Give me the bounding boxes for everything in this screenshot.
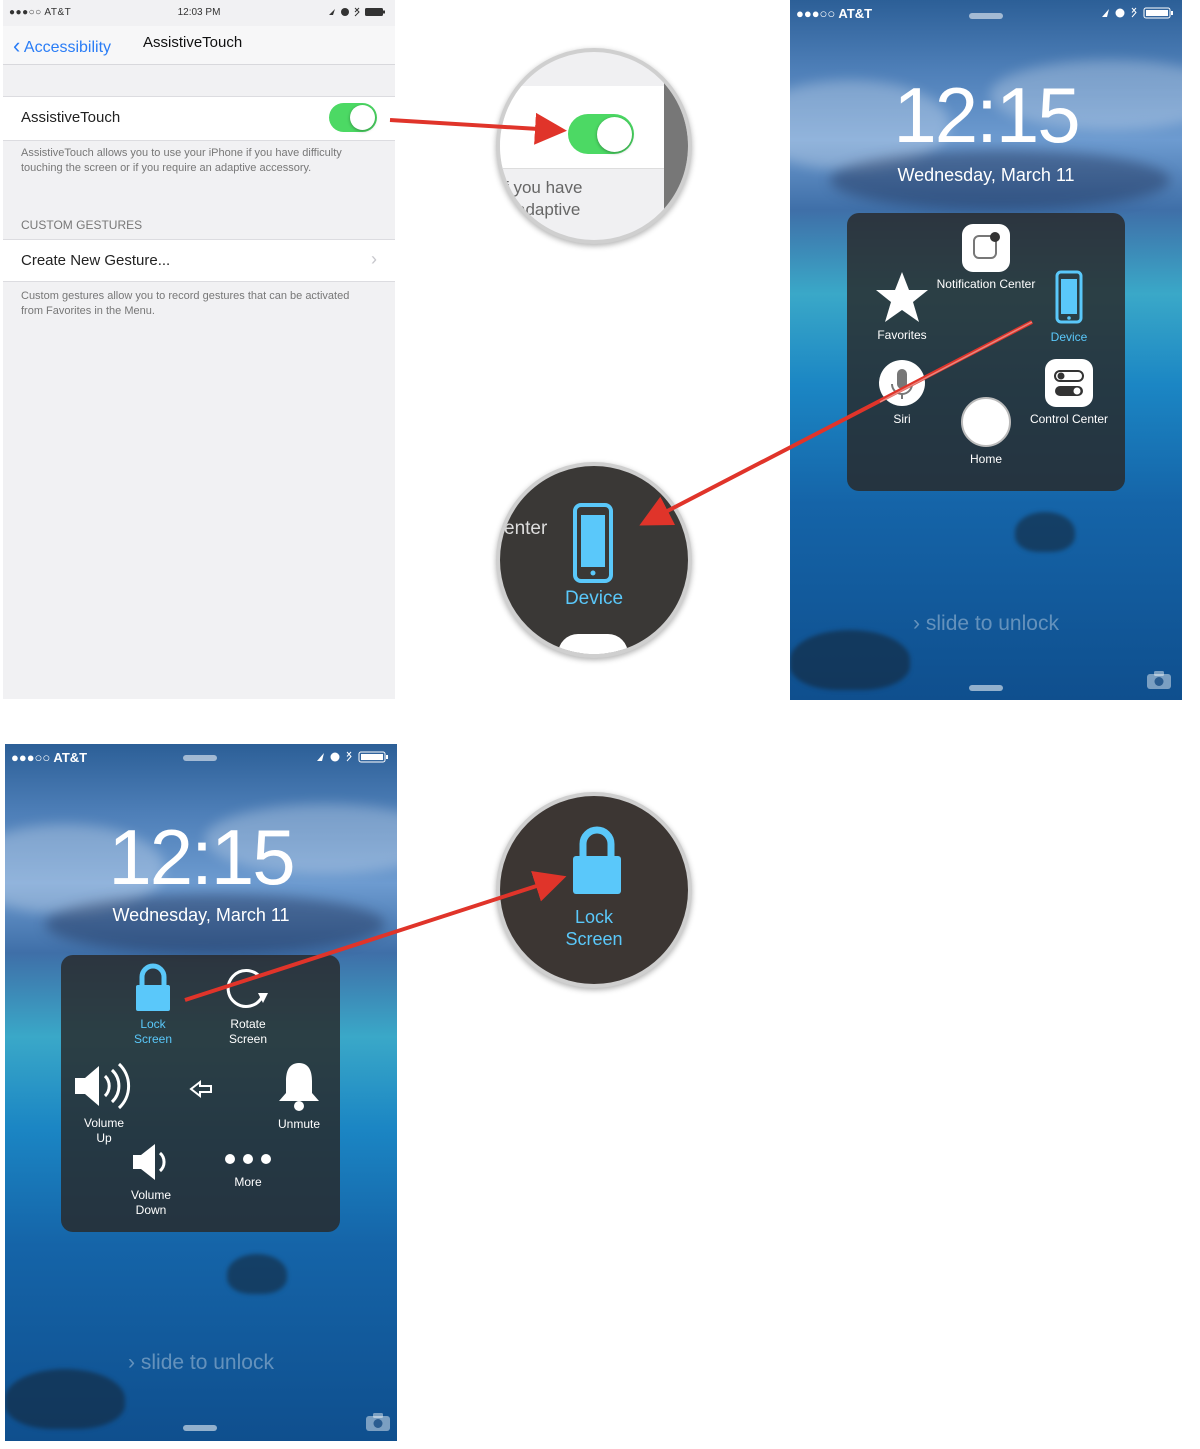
- arrow-to-lock-screen: [184, 870, 567, 1002]
- annotation-arrows: [184, 112, 1033, 1002]
- arrow-to-toggle: [389, 112, 567, 145]
